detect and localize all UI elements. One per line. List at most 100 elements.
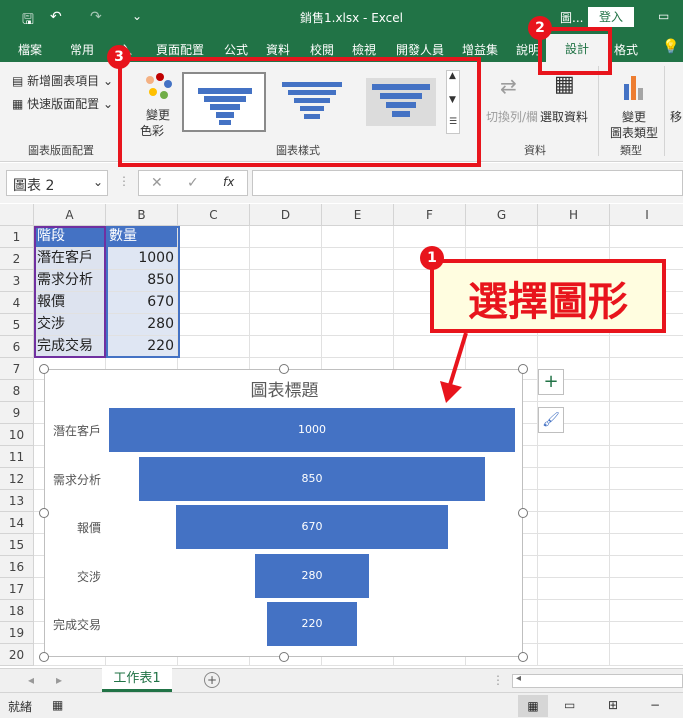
cell[interactable] <box>250 336 322 358</box>
chart-elements-plus-icon[interactable]: + <box>538 369 564 395</box>
column-header-f[interactable]: F <box>394 204 466 226</box>
row-header-2[interactable]: 2 <box>0 248 34 270</box>
name-box[interactable]: 圖表 2 ⌄ <box>6 170 108 196</box>
tab-developer[interactable]: 開發人員 <box>396 41 444 58</box>
column-header-d[interactable]: D <box>250 204 322 226</box>
cell[interactable] <box>178 248 250 270</box>
column-header-i[interactable]: I <box>610 204 683 226</box>
row-header-20[interactable]: 20 <box>0 644 34 666</box>
cell[interactable] <box>322 248 394 270</box>
switch-row-column-button[interactable]: ⇄ 切換列/欄 <box>486 70 538 136</box>
row-header-3[interactable]: 3 <box>0 270 34 292</box>
cell[interactable] <box>610 336 683 358</box>
funnel-bar[interactable]: 280 <box>255 553 369 598</box>
ribbon-display-icon[interactable]: ▭ <box>658 9 669 23</box>
cell[interactable] <box>538 468 610 490</box>
cell[interactable] <box>178 270 250 292</box>
cell[interactable] <box>322 292 394 314</box>
cell[interactable] <box>538 578 610 600</box>
undo-icon[interactable]: ↶ <box>50 9 62 25</box>
cell[interactable] <box>610 424 683 446</box>
cell[interactable] <box>538 534 610 556</box>
cell[interactable] <box>610 578 683 600</box>
login-button[interactable]: 登入 <box>588 7 634 27</box>
row-header-11[interactable]: 11 <box>0 446 34 468</box>
sheet-next-icon[interactable]: ▸ <box>56 673 62 687</box>
cell[interactable] <box>538 556 610 578</box>
chart-styles-brush-icon[interactable]: 🖌 <box>538 407 564 433</box>
change-chart-type-button[interactable]: 變更 圖表類型 <box>606 70 662 140</box>
tab-home[interactable]: 常用 <box>70 41 94 58</box>
row-header-17[interactable]: 17 <box>0 578 34 600</box>
cell[interactable] <box>610 556 683 578</box>
funnel-chart[interactable]: 圖表標題 1000 潛在客戶 850 需求分析 670 報價 280 交涉 220 完成交易 <box>44 369 523 657</box>
cell[interactable] <box>466 336 538 358</box>
chart-resize-handle[interactable] <box>39 364 49 374</box>
cell[interactable] <box>178 226 250 248</box>
cell[interactable] <box>178 336 250 358</box>
row-header-9[interactable]: 9 <box>0 402 34 424</box>
page-layout-view-icon[interactable]: ▭ <box>564 698 575 712</box>
lightbulb-icon[interactable]: 💡 <box>662 39 679 55</box>
select-data-button[interactable]: ▦ 選取資料 <box>540 70 590 136</box>
formula-input[interactable] <box>252 170 683 196</box>
cell[interactable] <box>322 314 394 336</box>
chart-resize-handle[interactable] <box>39 508 49 518</box>
cell[interactable] <box>250 226 322 248</box>
cell[interactable] <box>610 512 683 534</box>
select-all-corner[interactable] <box>0 204 34 226</box>
zoom-out-icon[interactable]: − <box>650 698 660 712</box>
cell[interactable] <box>322 336 394 358</box>
row-header-5[interactable]: 5 <box>0 314 34 336</box>
row-header-7[interactable]: 7 <box>0 358 34 380</box>
enter-icon[interactable]: ✓ <box>187 175 199 191</box>
sheet-tab-1[interactable]: 工作表1 <box>102 668 172 692</box>
tab-view[interactable]: 檢視 <box>352 41 376 58</box>
column-header-a[interactable]: A <box>34 204 106 226</box>
insert-function-icon[interactable]: fx <box>223 175 234 189</box>
sheet-prev-icon[interactable]: ◂ <box>28 673 34 687</box>
add-sheet-icon[interactable]: + <box>204 672 220 688</box>
cell[interactable] <box>610 600 683 622</box>
page-break-view-icon[interactable]: ⊞ <box>608 698 618 712</box>
macro-record-icon[interactable]: ▦ <box>52 698 63 712</box>
cell[interactable] <box>538 446 610 468</box>
column-header-e[interactable]: E <box>322 204 394 226</box>
cell[interactable] <box>610 644 683 666</box>
row-header-13[interactable]: 13 <box>0 490 34 512</box>
worksheet-grid[interactable]: ABCDEFGHI 1 2 3 4 5 6 7 8 9 10 11 12 13 14 15 16 17 18 19 2… <box>0 204 683 670</box>
normal-view-icon[interactable]: ▦ <box>518 695 548 717</box>
cell[interactable] <box>610 468 683 490</box>
cell[interactable] <box>538 490 610 512</box>
cell[interactable] <box>538 600 610 622</box>
account-name[interactable]: 圖... <box>560 9 583 26</box>
tab-data[interactable]: 資料 <box>266 41 290 58</box>
split-grip-icon[interactable]: ⋮ <box>492 673 504 687</box>
chart-resize-handle[interactable] <box>278 652 289 662</box>
cell[interactable] <box>322 270 394 292</box>
cancel-icon[interactable]: ✕ <box>151 175 163 191</box>
cell[interactable] <box>538 622 610 644</box>
cell[interactable] <box>178 314 250 336</box>
column-header-b[interactable]: B <box>106 204 178 226</box>
row-header-19[interactable]: 19 <box>0 622 34 644</box>
row-header-18[interactable]: 18 <box>0 600 34 622</box>
tab-help[interactable]: 說明 <box>516 41 540 58</box>
cell[interactable] <box>610 534 683 556</box>
row-header-6[interactable]: 6 <box>0 336 34 358</box>
column-header-h[interactable]: H <box>538 204 610 226</box>
cell[interactable] <box>250 248 322 270</box>
row-header-12[interactable]: 12 <box>0 468 34 490</box>
funnel-bar[interactable]: 1000 <box>109 408 515 452</box>
tab-formulas[interactable]: 公式 <box>224 41 248 58</box>
add-chart-element-button[interactable]: ▤ 新增圖表項目 ⌄ <box>12 72 113 89</box>
funnel-bar[interactable]: 220 <box>267 602 357 646</box>
column-header-g[interactable]: G <box>466 204 538 226</box>
funnel-bar[interactable]: 670 <box>175 505 448 549</box>
cell[interactable] <box>610 402 683 424</box>
funnel-bar[interactable]: 850 <box>139 456 485 501</box>
chart-resize-handle[interactable] <box>518 364 528 374</box>
cell[interactable] <box>250 270 322 292</box>
quick-layout-button[interactable]: ▦ 快速版面配置 ⌄ <box>12 95 113 112</box>
save-icon[interactable]: 🖫 <box>22 9 34 33</box>
